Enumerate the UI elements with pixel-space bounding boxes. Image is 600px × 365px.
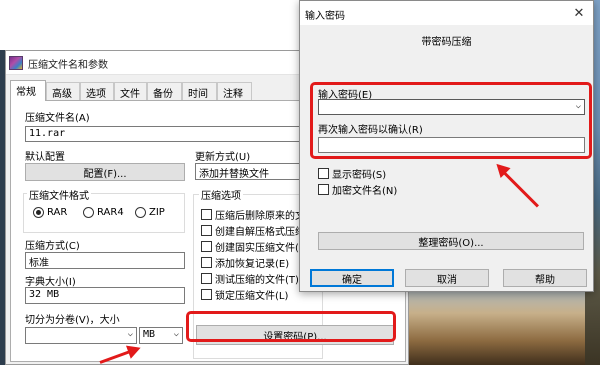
option-test[interactable]: 测试压缩的文件(T) (201, 271, 299, 286)
winrar-icon (9, 56, 23, 70)
format-rar4-label: RAR4 (97, 207, 124, 218)
dictionary-select[interactable]: 32 MB (25, 287, 185, 304)
desktop-background (0, 0, 300, 50)
update-mode-value: 添加并替换文件 (199, 169, 269, 180)
tab-comment[interactable]: 注释 (217, 82, 252, 100)
ok-button[interactable]: 确定 (310, 269, 394, 287)
encrypt-names-option[interactable]: 加密文件名(N) (318, 182, 397, 197)
option-lock-label: 锁定压缩文件(L) (215, 291, 289, 302)
split-size-input[interactable]: ⌵ (25, 327, 137, 344)
archive-name-label: 压缩文件名(A) (25, 113, 90, 124)
format-zip-option[interactable]: ZIP (135, 207, 165, 218)
option-delete-after-label: 压缩后删除原来的文 (215, 211, 305, 222)
options-group-label: 压缩选项 (199, 187, 243, 202)
option-solid[interactable]: 创建固实压缩文件( (201, 239, 299, 254)
dictionary-label: 字典大小(I) (25, 277, 76, 288)
option-sfx-label: 创建自解压格式压缩 (215, 227, 305, 238)
encrypt-names-checkbox[interactable] (318, 184, 329, 195)
option-delete-after-checkbox[interactable] (201, 209, 212, 220)
format-rar-option[interactable]: RAR (33, 207, 67, 218)
profiles-button[interactable]: 配置(F)... (25, 163, 185, 181)
format-zip-radio[interactable] (135, 207, 146, 218)
format-rar4-radio[interactable] (83, 207, 94, 218)
method-select[interactable]: 标准 (25, 252, 185, 269)
format-group-label: 压缩文件格式 (27, 187, 91, 202)
tab-options[interactable]: 选项 (80, 82, 114, 100)
format-rar4-option[interactable]: RAR4 (83, 207, 124, 218)
password-title-bar: 输入密码 ✕ (300, 1, 593, 25)
chevron-down-icon: ⌵ (127, 329, 133, 339)
option-solid-checkbox[interactable] (201, 241, 212, 252)
option-recovery-label: 添加恢复记录(E) (215, 259, 290, 270)
split-label: 切分为分卷(V)，大小 (25, 315, 120, 326)
password-dialog-title: 输入密码 (305, 11, 345, 22)
close-icon[interactable]: ✕ (568, 4, 590, 22)
option-recovery[interactable]: 添加恢复记录(E) (201, 255, 289, 270)
method-label: 压缩方式(C) (25, 241, 80, 252)
split-unit-value: MB (143, 329, 156, 340)
option-delete-after[interactable]: 压缩后删除原来的文 (201, 207, 305, 222)
show-password-label: 显示密码(S) (332, 170, 387, 181)
highlight-password-fields (310, 82, 592, 159)
option-sfx[interactable]: 创建自解压格式压缩 (201, 223, 305, 238)
format-zip-label: ZIP (149, 207, 165, 218)
tab-advanced[interactable]: 高级 (46, 82, 80, 100)
dialog-title: 压缩文件名和参数 (28, 60, 108, 71)
dictionary-value: 32 MB (29, 289, 60, 300)
method-value: 标准 (29, 258, 49, 269)
update-mode-label: 更新方式(U) (195, 152, 251, 163)
option-recovery-checkbox[interactable] (201, 257, 212, 268)
tab-files[interactable]: 文件 (114, 82, 147, 100)
option-lock-checkbox[interactable] (201, 289, 212, 300)
format-rar-label: RAR (47, 207, 68, 218)
highlight-set-password (186, 311, 396, 342)
default-profile-label: 默认配置 (25, 152, 65, 163)
cancel-button[interactable]: 取消 (405, 269, 489, 287)
tab-backup[interactable]: 备份 (147, 82, 182, 100)
show-password-option[interactable]: 显示密码(S) (318, 166, 386, 181)
split-unit-select[interactable]: MB ⌵ (139, 327, 183, 344)
update-mode-select[interactable]: 添加并替换文件 (195, 163, 305, 180)
show-password-checkbox[interactable] (318, 168, 329, 179)
encrypt-names-label: 加密文件名(N) (332, 186, 398, 197)
organize-passwords-button[interactable]: 整理密码(O)... (318, 232, 584, 250)
option-lock[interactable]: 锁定压缩文件(L) (201, 287, 288, 302)
password-dialog-heading: 带密码压缩 (421, 37, 472, 48)
help-button[interactable]: 帮助 (503, 269, 587, 287)
chevron-down-icon: ⌵ (173, 329, 179, 339)
option-solid-label: 创建固实压缩文件( (215, 243, 299, 254)
option-test-checkbox[interactable] (201, 273, 212, 284)
tab-general[interactable]: 常规 (10, 80, 46, 101)
option-sfx-checkbox[interactable] (201, 225, 212, 236)
format-rar-radio[interactable] (33, 207, 44, 218)
option-test-label: 测试压缩的文件(T) (215, 275, 299, 286)
tab-time[interactable]: 时间 (182, 82, 217, 100)
desktop-wallpaper (408, 285, 600, 365)
